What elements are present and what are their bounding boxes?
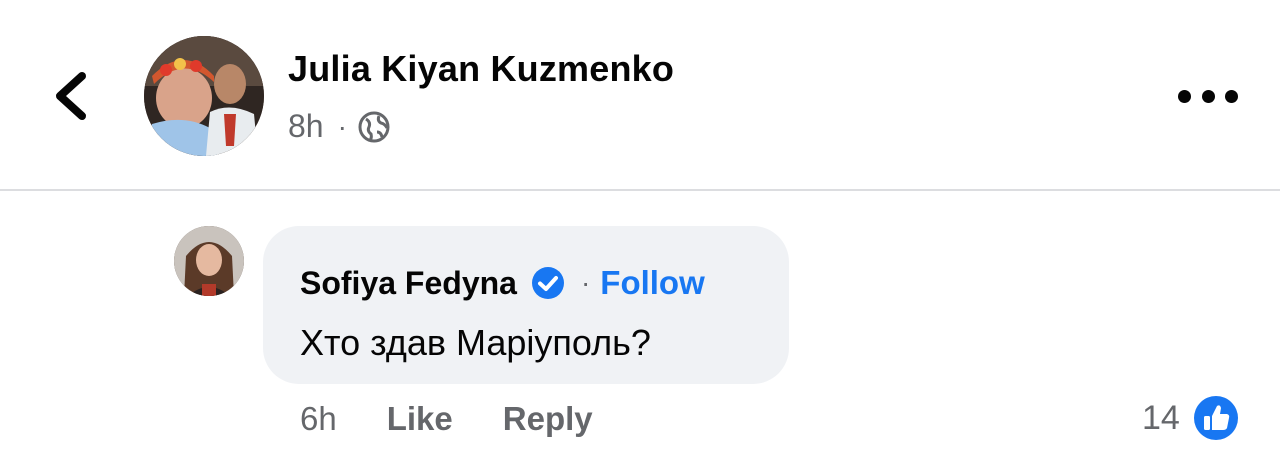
comment-text: Хто здав Маріуполь? (300, 322, 651, 363)
commenter-name[interactable]: Sofiya Fedyna (300, 265, 517, 302)
author-avatar-image (144, 36, 264, 156)
ellipsis-dot (1225, 89, 1238, 103)
follow-button[interactable]: Follow (600, 264, 704, 302)
comment-time[interactable]: 6h (300, 400, 337, 438)
commenter-row: Sofiya Fedyna · Follow (300, 264, 705, 302)
comment-bubble: Sofiya Fedyna · Follow Хто здав Маріупол… (263, 226, 789, 384)
verified-badge-icon (531, 267, 564, 299)
more-options-button[interactable] (1178, 84, 1238, 108)
author-avatar[interactable] (144, 36, 264, 156)
post-meta: 8h · (288, 108, 391, 145)
header-divider (0, 189, 1280, 191)
comment-actions: 6h Like Reply (300, 400, 593, 438)
ellipsis-dot (1201, 89, 1215, 103)
reaction-summary[interactable]: 14 (1142, 392, 1242, 444)
like-button[interactable]: Like (387, 400, 453, 438)
commenter-avatar-image (174, 226, 244, 296)
reaction-count: 14 (1142, 398, 1180, 437)
post-author-name[interactable]: Julia Kiyan Kuzmenko (288, 48, 674, 90)
back-button[interactable] (48, 68, 94, 124)
ellipsis-icon (1178, 89, 1191, 103)
meta-separator: · (337, 110, 347, 142)
commenter-avatar[interactable] (174, 226, 244, 296)
thumbs-up-icon (1190, 393, 1241, 443)
post-header: Julia Kiyan Kuzmenko 8h · (0, 0, 1280, 190)
globe-icon (358, 111, 390, 142)
chevron-left-icon (56, 72, 86, 120)
follow-separator: · (580, 267, 591, 298)
post-time[interactable]: 8h (288, 108, 324, 145)
reply-button[interactable]: Reply (503, 400, 593, 438)
